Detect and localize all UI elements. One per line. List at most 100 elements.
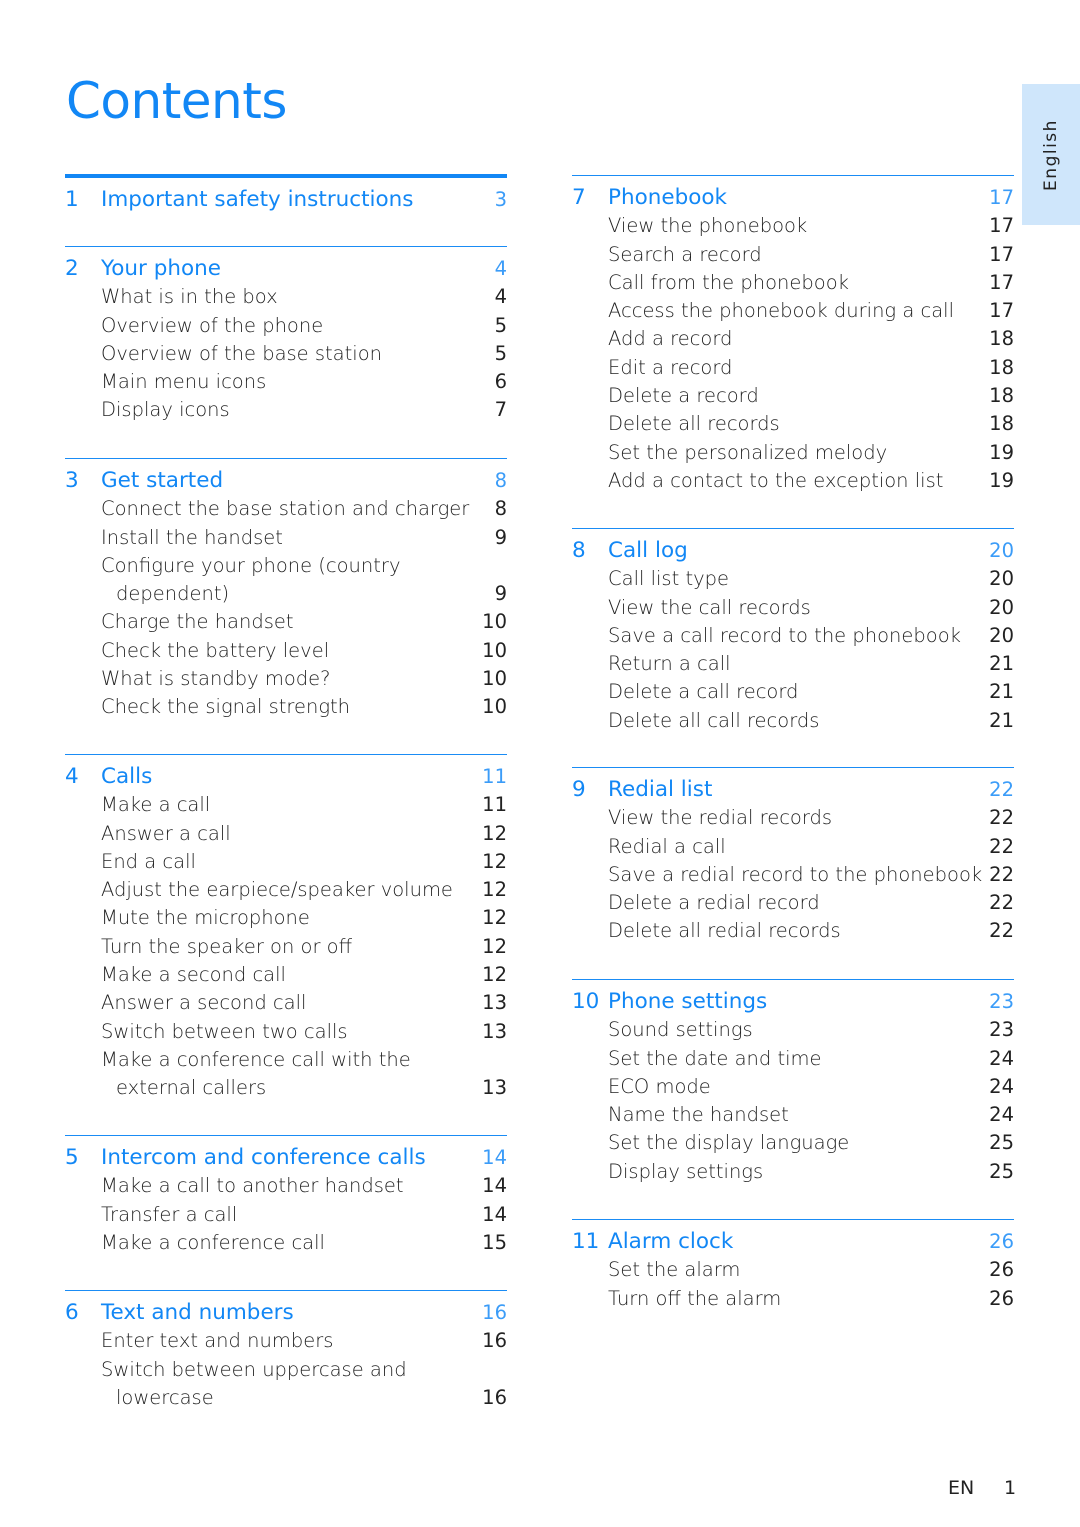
toc-entry[interactable]: Add a contact to the exception list 19 [572, 467, 1014, 495]
toc-entry[interactable]: Call from the phonebook 17 [572, 269, 1014, 297]
toc-entry[interactable]: Adjust the earpiece/speaker volume 12 [65, 876, 507, 904]
toc-entry[interactable]: What is in the box 4 [65, 283, 507, 311]
entry-title: Add a record [608, 327, 733, 351]
toc-entry[interactable]: Search a record 17 [572, 241, 1014, 269]
toc-entry[interactable]: Call list type 20 [572, 565, 1014, 593]
toc-entry[interactable]: What is standby mode? 10 [65, 665, 507, 693]
entry-title: Set the alarm [608, 1258, 741, 1282]
toc-entry-continuation[interactable]: external callers 13 [65, 1074, 507, 1102]
toc-entry[interactable]: Delete all redial records 22 [572, 917, 1014, 945]
toc-entry[interactable]: Switch between uppercase and [65, 1356, 507, 1384]
toc-chapter-entry[interactable]: 9 Redial list 22 [572, 776, 1014, 804]
toc-entry[interactable]: View the phonebook 17 [572, 212, 1014, 240]
toc-chapter-entry[interactable]: 8 Call log 20 [572, 537, 1014, 565]
toc-entry[interactable]: Connect the base station and charger 8 [65, 495, 507, 523]
toc-entry[interactable]: Turn the speaker on or off 12 [65, 933, 507, 961]
entry-page-number: 17 [989, 299, 1014, 323]
toc-entry-continuation[interactable]: dependent) 9 [65, 580, 507, 608]
toc-entry[interactable]: Set the date and time 24 [572, 1045, 1014, 1073]
chapter-page-number: 23 [989, 990, 1014, 1013]
entry-page-number: 18 [989, 384, 1014, 408]
toc-entry[interactable]: Set the display language 25 [572, 1129, 1014, 1157]
chapter-page-number: 4 [494, 257, 507, 280]
toc-entry[interactable]: Configure your phone (country [65, 552, 507, 580]
toc-entry[interactable]: View the call records 20 [572, 594, 1014, 622]
entry-page-number: 20 [989, 595, 1014, 619]
toc-entry-continuation[interactable]: lowercase 16 [65, 1384, 507, 1412]
toc-chapter-entry[interactable]: 10 Phone settings 23 [572, 988, 1014, 1016]
entry-page-number: 4 [494, 285, 507, 309]
toc-entry[interactable]: Delete all records 18 [572, 410, 1014, 438]
chapter-title: Intercom and conference calls [101, 1145, 426, 1170]
chapter-page-number: 3 [494, 188, 507, 211]
toc-entry[interactable]: Make a call to another handset 14 [65, 1172, 507, 1200]
chapter-title: Alarm clock [608, 1229, 734, 1254]
entry-title: Answer a second call [101, 991, 307, 1015]
toc-chapter-entry[interactable]: 4 Calls 11 [65, 763, 507, 791]
toc-entry[interactable]: Install the handset 9 [65, 524, 507, 552]
entry-page-number: 12 [482, 821, 507, 845]
toc-entry[interactable]: Save a redial record to the phonebook 22 [572, 861, 1014, 889]
entry-title: Call from the phonebook [608, 270, 849, 294]
language-tab-label: English [1041, 118, 1061, 191]
toc-entry[interactable]: Display settings 25 [572, 1158, 1014, 1186]
toc-entry[interactable]: ECO mode 24 [572, 1073, 1014, 1101]
entry-title: Display icons [101, 398, 230, 422]
toc-entry[interactable]: Sound settings 23 [572, 1016, 1014, 1044]
toc-chapter-entry[interactable]: 1 Important safety instructions 3 [65, 186, 507, 214]
toc-chapter-entry[interactable]: 5 Intercom and conference calls 14 [65, 1144, 507, 1172]
toc-chapter-entry[interactable]: 11 Alarm clock 26 [572, 1228, 1014, 1256]
entry-page-number: 21 [989, 680, 1014, 704]
entry-page-number: 16 [482, 1329, 507, 1353]
entry-page-number: 22 [989, 862, 1014, 886]
toc-entry[interactable]: Main menu icons 6 [65, 368, 507, 396]
entry-title: What is in the box [101, 285, 278, 309]
toc-entry[interactable]: Turn off the alarm 26 [572, 1285, 1014, 1313]
toc-entry[interactable]: Charge the handset 10 [65, 608, 507, 636]
toc-entry[interactable]: Edit a record 18 [572, 354, 1014, 382]
entry-page-number: 17 [989, 214, 1014, 238]
toc-chapter-entry[interactable]: 6 Text and numbers 16 [65, 1299, 507, 1327]
entry-title: Set the personalized melody [608, 440, 888, 464]
toc-entry[interactable]: Answer a call 12 [65, 820, 507, 848]
toc-entry[interactable]: Access the phonebook during a call 17 [572, 297, 1014, 325]
toc-entry[interactable]: Add a record 18 [572, 325, 1014, 353]
toc-entry[interactable]: Return a call 21 [572, 650, 1014, 678]
toc-entry[interactable]: Answer a second call 13 [65, 989, 507, 1017]
toc-entry[interactable]: Make a conference call with the [65, 1046, 507, 1074]
toc-entry[interactable]: Save a call record to the phonebook 20 [572, 622, 1014, 650]
toc-entry[interactable]: Display icons 7 [65, 396, 507, 424]
toc-entry[interactable]: Redial a call 22 [572, 833, 1014, 861]
toc-entry[interactable]: Make a second call 12 [65, 961, 507, 989]
entry-page-number: 21 [989, 652, 1014, 676]
toc-entry[interactable]: Name the handset 24 [572, 1101, 1014, 1129]
entry-title: Delete a redial record [608, 891, 820, 915]
chapter-number: 10 [572, 989, 600, 1014]
toc-entry[interactable]: Delete a record 18 [572, 382, 1014, 410]
toc-entry[interactable]: Set the personalized melody 19 [572, 439, 1014, 467]
toc-entry[interactable]: Delete a redial record 22 [572, 889, 1014, 917]
entry-title: End a call [101, 849, 196, 873]
entry-title: Make a call [101, 793, 211, 817]
toc-entry[interactable]: Switch between two calls 13 [65, 1018, 507, 1046]
toc-entry[interactable]: End a call 12 [65, 848, 507, 876]
toc-entry[interactable]: Transfer a call 14 [65, 1201, 507, 1229]
toc-chapter-entry[interactable]: 3 Get started 8 [65, 467, 507, 495]
entry-title: Install the handset [101, 525, 283, 549]
toc-entry[interactable]: Mute the microphone 12 [65, 904, 507, 932]
toc-entry[interactable]: Set the alarm 26 [572, 1256, 1014, 1284]
chapter-number: 8 [572, 538, 586, 563]
entry-page-number: 23 [989, 1018, 1014, 1042]
toc-entry[interactable]: Make a conference call 15 [65, 1229, 507, 1257]
toc-entry[interactable]: View the redial records 22 [572, 804, 1014, 832]
toc-entry[interactable]: Enter text and numbers 16 [65, 1327, 507, 1355]
toc-entry[interactable]: Check the signal strength 10 [65, 693, 507, 721]
toc-chapter-entry[interactable]: 7 Phonebook 17 [572, 184, 1014, 212]
toc-entry[interactable]: Delete all call records 21 [572, 707, 1014, 735]
toc-entry[interactable]: Overview of the base station 5 [65, 340, 507, 368]
toc-chapter-entry[interactable]: 2 Your phone 4 [65, 255, 507, 283]
toc-entry[interactable]: Overview of the phone 5 [65, 312, 507, 340]
toc-entry[interactable]: Check the battery level 10 [65, 637, 507, 665]
toc-entry[interactable]: Delete a call record 21 [572, 678, 1014, 706]
toc-entry[interactable]: Make a call 11 [65, 791, 507, 819]
